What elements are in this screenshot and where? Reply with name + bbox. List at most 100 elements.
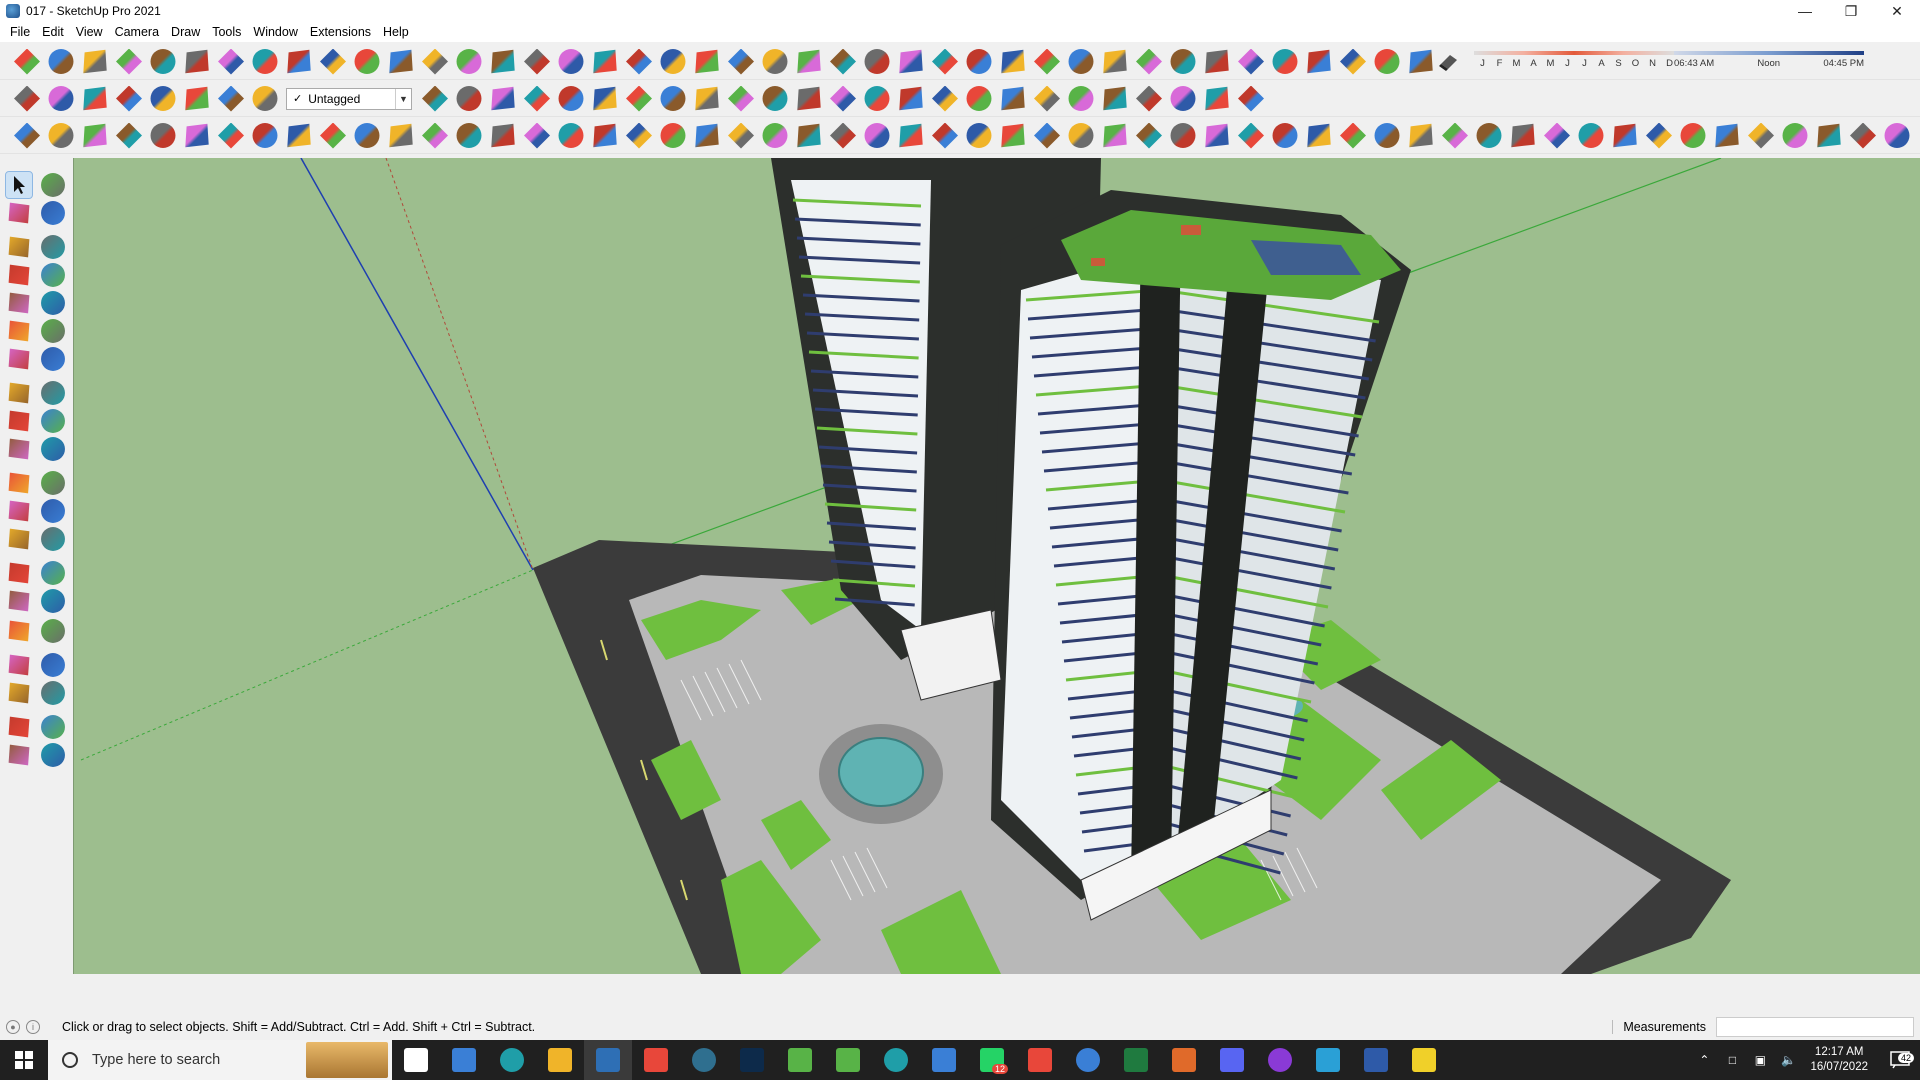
text-icon[interactable] [41, 499, 65, 523]
rotate-icon[interactable] [354, 123, 380, 148]
menu-extensions[interactable]: Extensions [304, 25, 377, 39]
walk-icon[interactable] [8, 682, 30, 704]
select-tool-icon[interactable] [5, 171, 33, 199]
new-model-icon[interactable] [1272, 49, 1298, 74]
minimize-button[interactable]: — [1782, 0, 1828, 22]
sun-icon[interactable] [558, 86, 584, 111]
push-icon[interactable] [1103, 123, 1127, 148]
render-icon[interactable] [626, 122, 652, 149]
target-icon[interactable] [389, 123, 413, 148]
sticky-notes-taskbar-button[interactable] [1400, 1040, 1448, 1080]
export-icon[interactable] [1817, 123, 1841, 148]
face-icon[interactable] [150, 86, 176, 111]
split-icon[interactable] [1409, 123, 1433, 148]
subtract-icon[interactable] [456, 49, 482, 74]
solid-icon[interactable] [14, 122, 40, 149]
tag-dropdown[interactable]: ✓ Untagged ▼ [286, 87, 412, 110]
solid-icon[interactable] [1272, 123, 1298, 148]
snap-icon[interactable] [1136, 85, 1162, 112]
rotate-icon[interactable] [660, 86, 686, 111]
render-icon[interactable] [932, 85, 958, 112]
layers-icon[interactable] [797, 86, 821, 111]
render-icon[interactable] [1001, 49, 1025, 74]
whatsapp-taskbar-button[interactable]: 12 [968, 1040, 1016, 1080]
acrobat-taskbar-button[interactable] [632, 1040, 680, 1080]
shadow-toggle-icon[interactable] [1438, 50, 1460, 72]
push-pull-icon[interactable] [41, 381, 65, 405]
outer-shell-icon[interactable] [558, 49, 584, 74]
model-viewport[interactable] [73, 158, 1920, 974]
start-button[interactable] [0, 1040, 48, 1080]
section-icon[interactable] [287, 49, 311, 74]
telegram-taskbar-button[interactable] [1304, 1040, 1352, 1080]
cone-icon[interactable] [218, 122, 244, 149]
grammarly-taskbar-button[interactable] [1160, 1040, 1208, 1080]
shadows-icon[interactable] [864, 123, 890, 148]
layers-icon[interactable] [491, 123, 515, 148]
styles-icon[interactable] [1782, 123, 1808, 148]
target-icon[interactable] [762, 49, 788, 74]
open-icon[interactable] [1307, 49, 1331, 74]
trim-icon[interactable] [116, 122, 142, 149]
cone-icon[interactable] [524, 85, 550, 112]
tile-icon[interactable] [1001, 86, 1025, 111]
union-icon[interactable] [422, 48, 448, 75]
style-builder-taskbar-button[interactable] [872, 1040, 920, 1080]
outer-shell-icon[interactable] [491, 86, 515, 111]
time-slider[interactable] [1674, 51, 1864, 55]
rotated-rectangle-icon[interactable] [41, 263, 65, 287]
styles-icon[interactable] [524, 122, 550, 149]
import-icon[interactable] [899, 86, 923, 111]
component-tool-icon[interactable] [41, 173, 65, 197]
sketchup-taskbar-button[interactable] [584, 1040, 632, 1080]
orbit-icon[interactable] [626, 85, 652, 112]
array-icon[interactable] [1068, 86, 1094, 111]
menu-camera[interactable]: Camera [109, 25, 165, 39]
undo-icon[interactable] [762, 86, 788, 111]
fog-icon[interactable] [593, 86, 617, 111]
circle-icon[interactable] [8, 292, 30, 314]
layers-icon[interactable] [1748, 122, 1774, 149]
orbit-icon[interactable] [695, 49, 719, 74]
sun-icon[interactable] [1511, 123, 1535, 148]
menu-window[interactable]: Window [247, 25, 303, 39]
tile-icon[interactable] [695, 123, 719, 148]
shadows-icon[interactable] [1238, 48, 1264, 75]
zoom-extents-icon[interactable] [8, 620, 30, 642]
network-icon[interactable]: ▣ [1751, 1051, 1769, 1069]
scene-icon[interactable] [354, 49, 380, 74]
rectangle-icon[interactable] [8, 264, 30, 286]
edge-taskbar-button[interactable] [488, 1040, 536, 1080]
import-icon[interactable] [966, 49, 992, 74]
rotate-icon[interactable] [1613, 123, 1637, 148]
3d-text-icon[interactable] [41, 527, 65, 551]
snap-icon[interactable] [830, 122, 856, 149]
meet-now-icon[interactable]: □ [1723, 1051, 1741, 1069]
open-icon[interactable] [1238, 85, 1264, 112]
texture-icon[interactable] [1409, 49, 1433, 74]
fog-icon[interactable] [660, 49, 686, 74]
sandbox-icon[interactable] [8, 716, 30, 738]
array-icon[interactable] [762, 123, 788, 148]
trim-icon[interactable] [1374, 123, 1400, 148]
snap-icon[interactable] [1205, 49, 1229, 74]
info-icon[interactable]: i [26, 1020, 40, 1034]
new-model-icon[interactable] [1205, 86, 1229, 111]
subtract-icon[interactable] [83, 123, 107, 148]
task-view-taskbar-button[interactable] [392, 1040, 440, 1080]
geo-location-icon[interactable]: ● [6, 1020, 20, 1034]
export-icon[interactable] [558, 123, 584, 148]
paint-bucket-icon[interactable] [8, 202, 30, 224]
shadows-icon[interactable] [1170, 86, 1196, 111]
chrome-taskbar-button[interactable] [776, 1040, 824, 1080]
new-model-icon[interactable] [899, 123, 923, 148]
zoom-icon[interactable] [8, 590, 30, 612]
face-icon[interactable] [1205, 123, 1229, 148]
split-icon[interactable] [524, 48, 550, 75]
rotate-icon[interactable] [728, 48, 754, 75]
cone-icon[interactable] [593, 49, 617, 74]
undo-icon[interactable] [1715, 123, 1739, 148]
menu-draw[interactable]: Draw [165, 25, 206, 39]
import-icon[interactable] [1850, 122, 1876, 149]
push-icon[interactable] [48, 86, 74, 111]
